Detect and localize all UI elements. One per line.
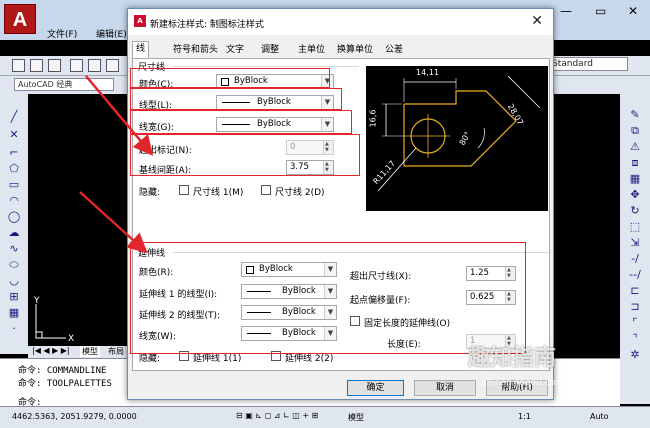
break-icon[interactable]: ⊏ [628, 284, 642, 298]
suppress-dim1-checkbox[interactable] [179, 185, 189, 195]
tab-nav-icon[interactable]: |◀ ◀ ▶ ▶| [32, 346, 70, 355]
tab-lines[interactable]: 线 [132, 41, 150, 59]
close-icon[interactable]: ✕ [628, 4, 638, 18]
tab-model[interactable]: 模型 [80, 346, 100, 357]
chamfer-icon[interactable]: ⌜ [628, 316, 642, 330]
status-bar: 4462.5363, 2051.9279, 0.0000 ⊟ ▣ ⊾ ◻ ⊿ ∟… [0, 406, 650, 428]
offset-icon[interactable]: ⧈ [628, 156, 642, 170]
point-icon[interactable]: · [7, 322, 21, 336]
polyline-icon[interactable]: ⌐ [7, 146, 21, 160]
line-tool-icon[interactable]: ╱ [7, 110, 21, 124]
make-block-icon[interactable]: ▦ [7, 306, 21, 320]
tab-symbols-arrows[interactable]: 符号和箭头 [170, 43, 221, 58]
save-icon[interactable] [48, 59, 61, 72]
drafting-toggles[interactable]: ⊟ ▣ ⊾ ◻ ⊿ ∟ ◫ + ⊞ [236, 411, 318, 420]
rotate-icon[interactable]: ↻ [628, 204, 642, 218]
suppress-dim1-label: 尺寸线 1(M) [193, 188, 244, 198]
ellipse-arc-icon[interactable]: ◡ [7, 274, 21, 288]
cancel-button[interactable]: 取消 [414, 380, 476, 396]
insert-block-icon[interactable]: ⊞ [7, 290, 21, 304]
coordinates-readout[interactable]: 4462.5363, 2051.9279, 0.0000 [12, 412, 137, 421]
restore-icon[interactable]: ▭ [595, 4, 606, 18]
cmd-line-2: 命令: TOOLPALETTES [18, 379, 112, 389]
watermark-url: zhinan.sogou.com [482, 378, 564, 388]
menu-express[interactable]: Expres [96, 42, 126, 52]
print-icon[interactable] [70, 59, 83, 72]
annotation-box-ext-lines [130, 242, 526, 354]
stretch-icon[interactable]: ⇲ [628, 236, 642, 250]
rectangle-icon[interactable]: ▭ [7, 178, 21, 192]
tab-tolerances[interactable]: 公差 [382, 43, 406, 58]
move-icon[interactable]: ✥ [628, 188, 642, 202]
workspace-select[interactable]: AutoCAD 经典 [14, 78, 114, 91]
trim-icon[interactable]: -/ [628, 252, 642, 266]
new-file-icon[interactable] [12, 59, 25, 72]
minimize-icon[interactable]: — [560, 4, 572, 18]
suppress-dim2-checkbox[interactable] [261, 185, 271, 195]
join-icon[interactable]: ⊐ [628, 300, 642, 314]
cmd-line-1: 命令: COMMANDLINE [18, 366, 107, 376]
close-icon[interactable]: ✕ [531, 13, 543, 29]
text-style-select[interactable]: Standard [548, 57, 628, 71]
print-preview-icon[interactable] [88, 59, 101, 72]
dim-suppress-label: 隐藏: [139, 188, 161, 198]
polygon-icon[interactable]: ⬠ [7, 162, 21, 176]
fillet-icon[interactable]: ⌝ [628, 332, 642, 346]
tab-alternate-units[interactable]: 换算单位 [334, 43, 376, 58]
ucs-icon [35, 304, 66, 339]
draw-toolbar: ╱ ✕ ⌐ ⬠ ▭ ◠ ◯ ☁ ∿ ⬭ ◡ ⊞ ▦ · [0, 94, 28, 354]
group-divider [173, 66, 359, 67]
scale-icon[interactable]: ⬚ [628, 220, 642, 234]
tab-primary-units[interactable]: 主单位 [295, 43, 328, 58]
array-icon[interactable]: ▦ [628, 172, 642, 186]
annotation-box-linetype [130, 88, 342, 110]
suppress-dim2-label: 尺寸线 2(D) [275, 188, 325, 198]
ucs-y-label: Y [34, 296, 40, 306]
erase-icon[interactable]: ✎ [628, 108, 642, 122]
modify-toolbar: ✎ ⧉ ⚠ ⧈ ▦ ✥ ↻ ⬚ ⇲ -/ --/ ⊏ ⊐ ⌜ ⌝ ✲ [620, 94, 650, 404]
circle-icon[interactable]: ◯ [7, 210, 21, 224]
explode-icon[interactable]: ✲ [628, 348, 642, 362]
ucs-x-label: X [68, 334, 75, 344]
dialog-tabs: 线 符号和箭头 文字 调整 主单位 换算单位 公差 [132, 41, 552, 59]
autocad-app-icon: A [134, 15, 146, 27]
annotation-box-color [130, 68, 330, 88]
preview-dim-top: 14,11 [416, 68, 439, 77]
tab-fit[interactable]: 调整 [258, 43, 282, 58]
arc-icon[interactable]: ◠ [7, 194, 21, 208]
open-file-icon[interactable] [30, 59, 43, 72]
spline-icon[interactable]: ∿ [7, 242, 21, 256]
annotation-box-lineweight [130, 110, 352, 134]
preview-dim-left: 16,6 [368, 109, 378, 128]
menu-file[interactable]: 文件(F) [47, 27, 77, 40]
preview-drawing [377, 75, 541, 192]
dialog-titlebar[interactable]: A 新建标注样式: 制图标注样式 ✕ [128, 9, 553, 35]
revcloud-icon[interactable]: ☁ [7, 226, 21, 240]
copy-icon[interactable]: ⧉ [628, 124, 642, 138]
annotation-scale[interactable]: 1:1 [518, 412, 531, 421]
auto-scale-toggle[interactable]: Auto [590, 412, 609, 421]
mirror-icon[interactable]: ⚠ [628, 140, 642, 154]
style-preview: 14,11 16,6 28,07 80° R11,17 [366, 66, 548, 211]
dialog-title: 新建标注样式: 制图标注样式 [150, 20, 264, 30]
tab-text[interactable]: 文字 [223, 43, 247, 58]
watermark: 趣知指南 [468, 346, 557, 371]
publish-icon[interactable] [106, 59, 119, 72]
extend-icon[interactable]: --/ [628, 268, 642, 282]
tab-layout[interactable]: 布局 [108, 346, 124, 357]
layout-tabs: |◀ ◀ ▶ ▶| 模型 布局 [28, 346, 138, 358]
model-space-toggle[interactable]: 模型 [348, 412, 364, 423]
annotation-box-extend-baseline [130, 134, 360, 176]
ellipse-icon[interactable]: ⬭ [7, 258, 21, 272]
menu-edit[interactable]: 编辑(E) [96, 27, 127, 40]
acad-window-buttons: — ▭ ✕ [550, 0, 650, 22]
construction-line-icon[interactable]: ✕ [7, 128, 21, 142]
menu-help[interactable]: 帮助(H) [47, 42, 79, 55]
ok-button[interactable]: 确定 [347, 380, 404, 396]
autocad-logo-icon[interactable]: A [4, 4, 36, 34]
